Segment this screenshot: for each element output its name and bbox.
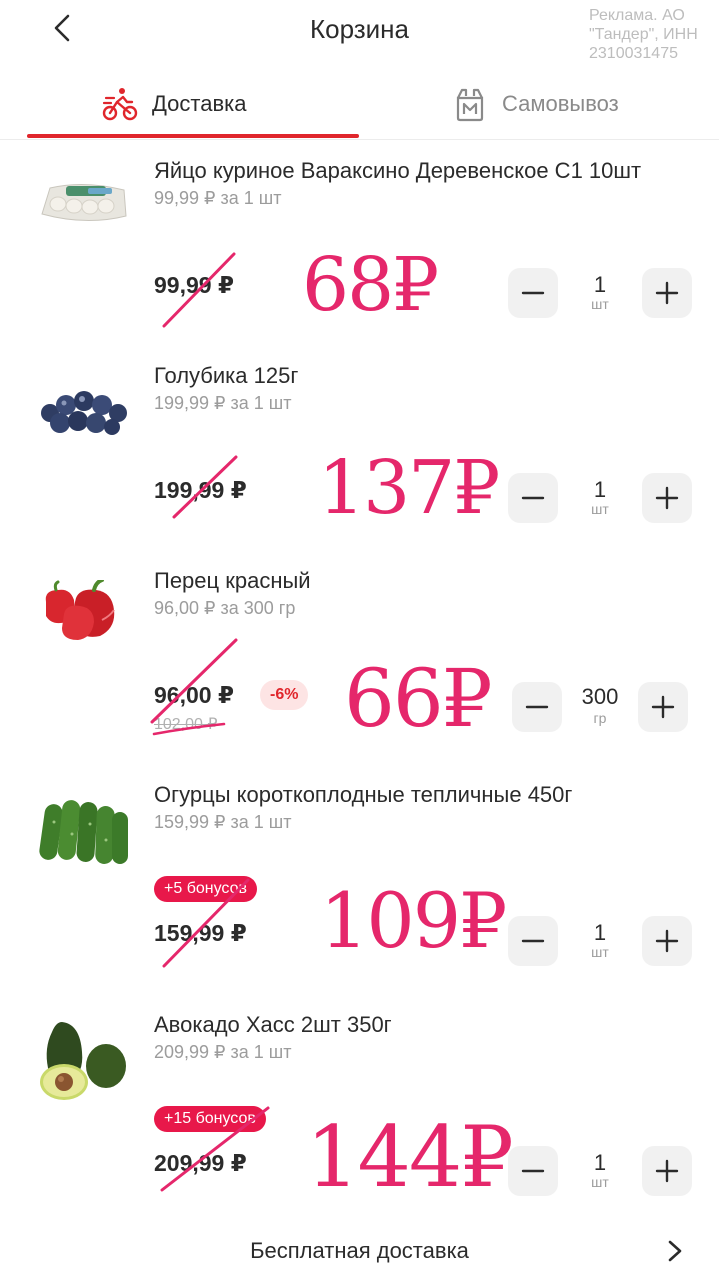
- quantity-unit: шт: [591, 501, 609, 517]
- handwritten-price: 137₽: [318, 445, 500, 531]
- quantity-value: 1: [593, 272, 607, 297]
- header: Корзина Реклама. АО "Тандер", ИНН 231003…: [0, 0, 719, 63]
- free-delivery-banner[interactable]: Бесплатная доставка: [0, 1222, 719, 1280]
- increase-quantity-button[interactable]: [642, 473, 692, 523]
- courier-bike-icon: [102, 86, 138, 122]
- item-name[interactable]: Авокадо Хасс 2шт 350г: [154, 1012, 392, 1038]
- handwritten-price: 109₽: [320, 876, 507, 965]
- quantity-value: 300: [581, 684, 619, 709]
- item-name[interactable]: Голубика 125г: [154, 363, 298, 389]
- increase-quantity-button[interactable]: [638, 682, 688, 732]
- decrease-quantity-button[interactable]: [508, 473, 558, 523]
- item-price: 199,99 ₽: [154, 477, 247, 503]
- minus-icon: [525, 705, 549, 709]
- increase-quantity-button[interactable]: [642, 1146, 692, 1196]
- handwritten-price: 144₽: [306, 1108, 514, 1206]
- minus-icon: [521, 496, 545, 500]
- quantity-unit: гр: [593, 710, 607, 726]
- cart-item-red-pepper: Перец красный 96,00 ₽ за 300 гр 96,00 ₽ …: [0, 560, 719, 770]
- cart-item-blueberries: Голубика 125г 199,99 ₽ за 1 шт 199,99 ₽ …: [0, 355, 719, 555]
- delivery-method-tabs: Доставка Самовывоз: [0, 72, 719, 140]
- increase-quantity-button[interactable]: [642, 916, 692, 966]
- blueberries-image[interactable]: [36, 373, 132, 453]
- tab-delivery[interactable]: Доставка: [102, 72, 246, 136]
- quantity-value: 1: [593, 1150, 607, 1175]
- quantity-value: 1: [593, 920, 607, 945]
- tab-pickup-label: Самовывоз: [502, 91, 619, 116]
- chevron-right-icon: [668, 1240, 682, 1262]
- plus-icon: [655, 929, 679, 953]
- avocado-image[interactable]: [36, 1018, 132, 1100]
- item-name[interactable]: Перец красный: [154, 568, 311, 594]
- quantity-unit: шт: [591, 1174, 609, 1190]
- handwritten-price: 66₽: [344, 652, 493, 745]
- eggs-image[interactable]: [36, 170, 132, 250]
- decrease-quantity-button[interactable]: [508, 1146, 558, 1196]
- quantity-value: 1: [593, 477, 607, 502]
- tab-pickup[interactable]: Самовывоз: [452, 72, 619, 136]
- minus-icon: [521, 1169, 545, 1173]
- minus-icon: [521, 939, 545, 943]
- item-name[interactable]: Яйцо куриное Вараксино Деревенское С1 10…: [154, 158, 641, 184]
- plus-icon: [655, 1159, 679, 1183]
- item-price: 96,00 ₽: [154, 682, 234, 708]
- item-unit-price: 99,99 ₽ за 1 шт: [154, 188, 282, 208]
- handwritten-price: 68₽: [302, 242, 439, 328]
- item-price: 159,99 ₽: [154, 920, 247, 946]
- cart-item-avocado: Авокадо Хасс 2шт 350г 209,99 ₽ за 1 шт +…: [0, 1010, 719, 1220]
- item-unit-price: 96,00 ₽ за 300 гр: [154, 598, 296, 618]
- bonus-badge: +5 бонусов: [154, 876, 257, 902]
- increase-quantity-button[interactable]: [642, 268, 692, 318]
- shopping-bag-icon: [452, 86, 488, 122]
- decrease-quantity-button[interactable]: [508, 916, 558, 966]
- item-price: 209,99 ₽: [154, 1150, 247, 1176]
- plus-icon: [655, 486, 679, 510]
- cucumbers-image[interactable]: [36, 794, 132, 874]
- item-price: 99,99 ₽: [154, 272, 234, 298]
- quantity-unit: шт: [591, 944, 609, 960]
- item-unit-price: 209,99 ₽ за 1 шт: [154, 1042, 292, 1062]
- active-tab-indicator: [27, 134, 359, 138]
- bonus-badge: +15 бонусов: [154, 1106, 266, 1132]
- decrease-quantity-button[interactable]: [512, 682, 562, 732]
- item-unit-price: 199,99 ₽ за 1 шт: [154, 393, 292, 413]
- minus-icon: [521, 291, 545, 295]
- item-old-price: 102,00 ₽: [154, 716, 218, 733]
- cart-item-eggs: Яйцо куриное Вараксино Деревенское С1 10…: [0, 150, 719, 350]
- quantity-unit: шт: [591, 296, 609, 312]
- item-unit-price: 159,99 ₽ за 1 шт: [154, 812, 292, 832]
- plus-icon: [655, 281, 679, 305]
- ad-disclaimer[interactable]: Реклама. АО "Тандер", ИНН 2310031475: [589, 6, 715, 63]
- tab-delivery-label: Доставка: [152, 91, 247, 116]
- decrease-quantity-button[interactable]: [508, 268, 558, 318]
- item-name[interactable]: Огурцы короткоплодные тепличные 450г: [154, 782, 572, 808]
- discount-badge: -6%: [260, 680, 309, 710]
- red-pepper-image[interactable]: [36, 578, 132, 660]
- cart-item-cucumbers: Огурцы короткоплодные тепличные 450г 159…: [0, 780, 719, 1000]
- free-delivery-label: Бесплатная доставка: [250, 1238, 469, 1263]
- plus-icon: [651, 695, 675, 719]
